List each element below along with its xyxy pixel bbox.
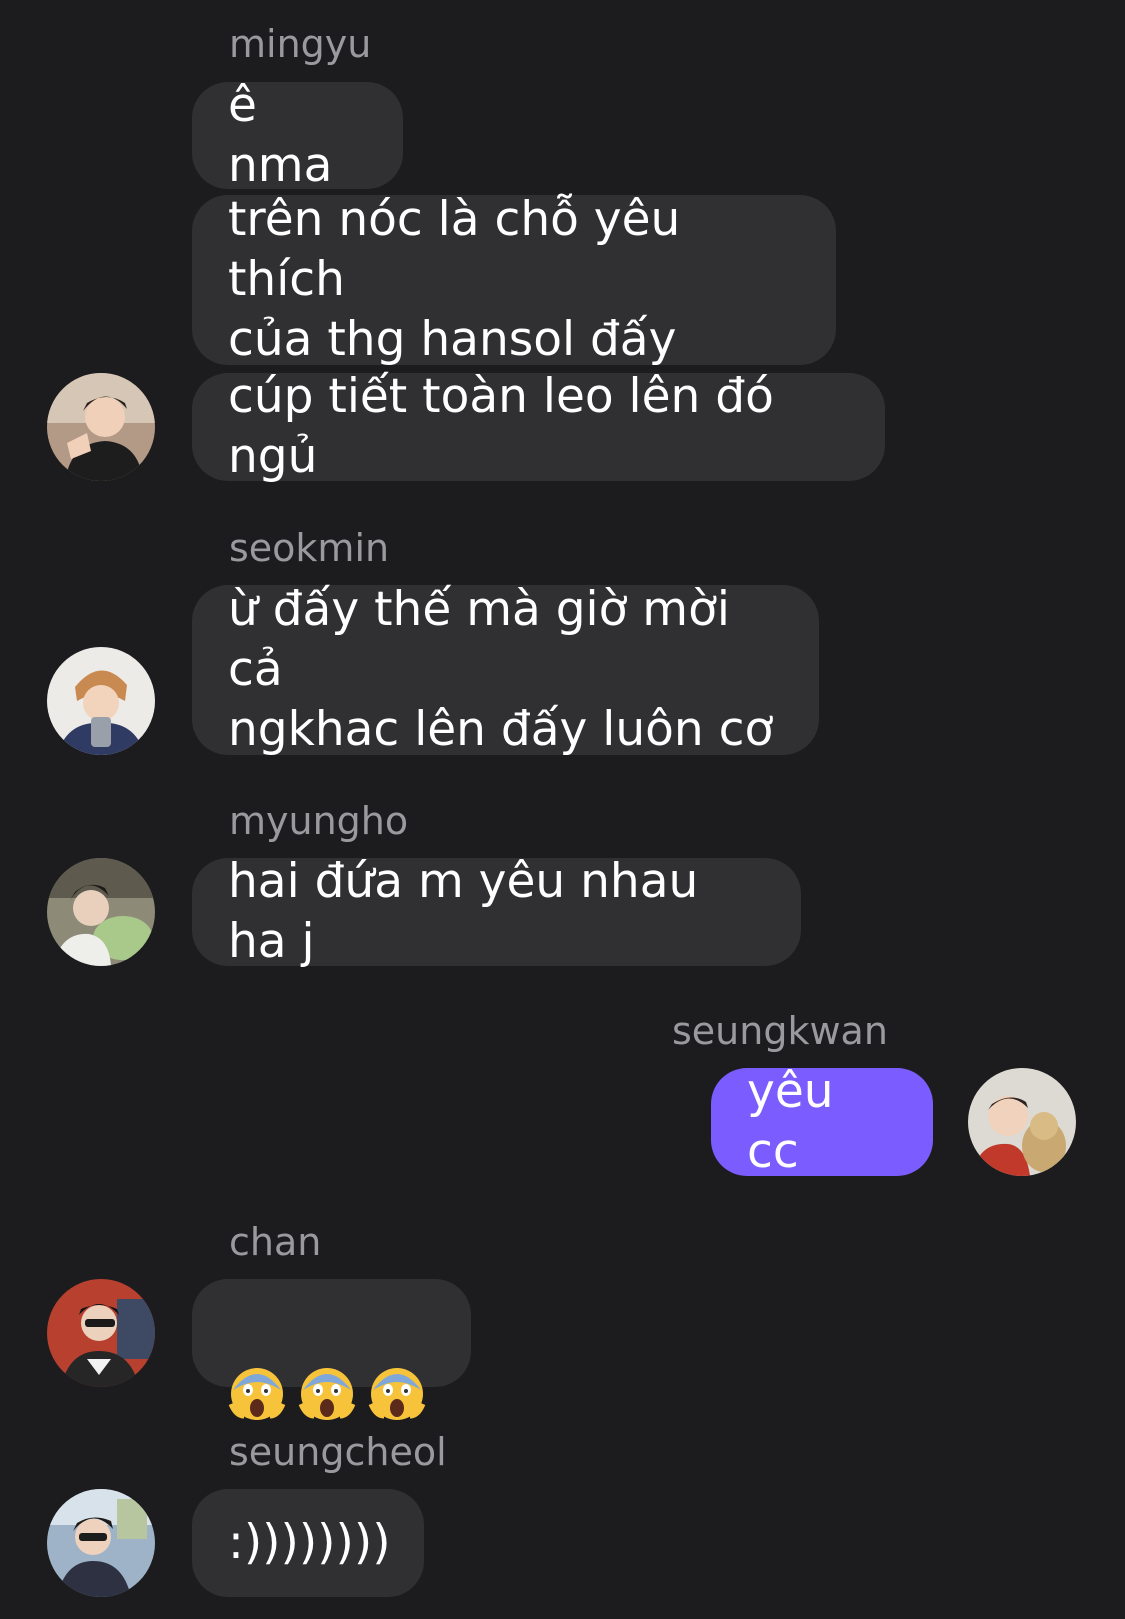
avatar[interactable] [47, 1279, 155, 1387]
message-bubble[interactable]: ừ đấy thế mà giờ mời cả ngkhac lên đấy l… [192, 582, 819, 757]
avatar[interactable] [47, 1489, 155, 1597]
sender-name: myungho [229, 799, 409, 843]
message-bubble[interactable]: hai đứa m yêu nhau ha j [192, 854, 801, 969]
sender-name: seokmin [229, 526, 390, 570]
face-screaming-in-fear-icon [228, 1304, 286, 1420]
sender-name: mingyu [229, 22, 372, 66]
face-screaming-in-fear-icon [298, 1304, 356, 1420]
sender-name: seungkwan [672, 1009, 888, 1053]
sender-name: seungcheol [229, 1430, 447, 1474]
message-bubble[interactable]: :)))))))) [192, 1489, 424, 1597]
message-bubble[interactable]: trên nóc là chỗ yêu thích của thg hansol… [192, 192, 836, 367]
avatar[interactable] [47, 647, 155, 755]
sender-name: chan [229, 1220, 322, 1264]
avatar[interactable] [968, 1068, 1076, 1176]
face-screaming-in-fear-icon [368, 1304, 426, 1420]
message-bubble-outgoing[interactable]: yêu cc [711, 1064, 933, 1179]
message-bubble[interactable] [192, 1279, 471, 1420]
message-bubble[interactable]: ê nma [192, 78, 403, 193]
message-bubble[interactable]: cúp tiết toàn leo lên đó ngủ [192, 369, 885, 484]
avatar[interactable] [47, 373, 155, 481]
avatar[interactable] [47, 858, 155, 966]
emoji-row [228, 1304, 426, 1420]
